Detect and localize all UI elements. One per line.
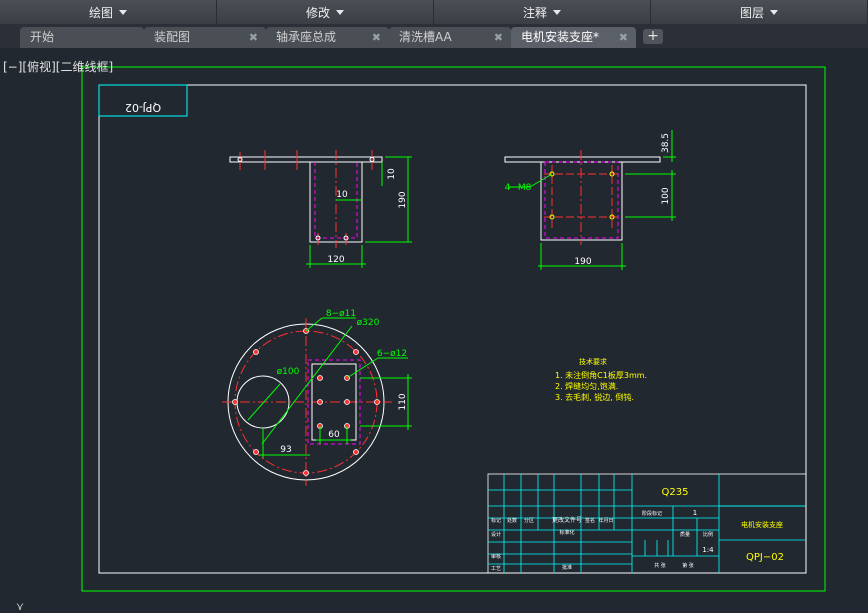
dim-100-side: 100 bbox=[661, 187, 671, 204]
ribbon-group-annotate[interactable]: 注释 bbox=[434, 0, 651, 24]
drawing-canvas[interactable]: QPJ-02 120 190 10 10 4−M8 190 100 38.5 8… bbox=[0, 48, 868, 612]
dim-110: 110 bbox=[398, 393, 408, 410]
close-icon[interactable]: ✖ bbox=[619, 27, 628, 48]
tab-label: 电机安装支座* bbox=[521, 30, 600, 44]
ribbon-group-draw[interactable]: 绘图 bbox=[0, 0, 217, 24]
dim-10-horizontal: 10 bbox=[336, 190, 348, 200]
file-tab-bar: 开始 装配图 ✖ 轴承座总成 ✖ 清洗槽AA ✖ 电机安装支座* ✖ + bbox=[0, 24, 868, 48]
tab-label: 开始 bbox=[30, 30, 55, 44]
ribbon-group-label: 修改 bbox=[305, 5, 330, 20]
ribbon-group-label: 注释 bbox=[522, 5, 547, 20]
label-8-holes: 8−ø11 bbox=[326, 309, 356, 319]
tab-assembly[interactable]: 装配图 ✖ bbox=[144, 27, 266, 48]
label-6-holes: 6−ø12 bbox=[377, 349, 407, 359]
ribbon-group-layers[interactable]: 图层 bbox=[651, 0, 868, 24]
drawing-border bbox=[98, 84, 807, 574]
ribbon-group-label: 图层 bbox=[739, 5, 764, 20]
row-label: 工艺 bbox=[491, 566, 501, 572]
new-tab-plus-icon[interactable]: + bbox=[643, 29, 663, 44]
title-block-text: Q235 电机安装支座 QPJ−02 1:4 1 标记 设计 审核 工艺 处数 … bbox=[491, 487, 784, 572]
close-icon[interactable]: ✖ bbox=[249, 27, 258, 48]
tab-motor-mount[interactable]: 电机安装支座* ✖ bbox=[511, 27, 636, 48]
chevron-down-icon bbox=[119, 9, 127, 15]
label-4-m8: 4−M8 bbox=[505, 183, 532, 193]
row-label: 审核 bbox=[491, 553, 501, 560]
dim-60: 60 bbox=[328, 430, 340, 440]
tab-cleaning-tank[interactable]: 清洗槽AA ✖ bbox=[389, 27, 511, 48]
tab-label: 清洗槽AA bbox=[399, 30, 452, 44]
ribbon-panel-bar: 绘图 修改 注释 图层 bbox=[0, 0, 868, 24]
chevron-down-icon bbox=[553, 9, 561, 15]
front-view: 120 190 10 10 bbox=[229, 150, 412, 268]
misc-cell: 共 张 bbox=[654, 562, 666, 569]
misc-cell: 第 张 bbox=[682, 562, 694, 569]
tab-label: 装配图 bbox=[154, 30, 191, 44]
viewport-controls-label[interactable]: [−][俯视][二维线框] bbox=[3, 58, 113, 75]
misc-cell: 质量 bbox=[680, 531, 690, 538]
misc-cell: 阶段标记 bbox=[642, 510, 662, 517]
tech-title: 技术要求 bbox=[579, 357, 607, 366]
quantity-value: 1 bbox=[693, 509, 697, 517]
ucs-icon: ⋎ bbox=[16, 600, 25, 613]
dim-190: 190 bbox=[398, 191, 408, 208]
dim-93: 93 bbox=[280, 445, 291, 455]
chevron-down-icon bbox=[770, 9, 778, 15]
side-view: 4−M8 190 100 38.5 bbox=[504, 130, 676, 270]
tab-label: 轴承座总成 bbox=[276, 30, 337, 44]
plan-view: 8−ø11 ø320 6−ø12 ø100 110 60 93 bbox=[222, 309, 412, 486]
dim-190-side: 190 bbox=[574, 257, 591, 267]
tab-bearing-seat[interactable]: 轴承座总成 ✖ bbox=[266, 27, 389, 48]
close-icon[interactable]: ✖ bbox=[372, 27, 381, 48]
label-dia-320: ø320 bbox=[357, 318, 380, 328]
misc-cell: 批准 bbox=[562, 564, 572, 571]
close-icon[interactable]: ✖ bbox=[494, 27, 503, 48]
material: Q235 bbox=[662, 487, 689, 498]
misc-cell: 标准化 bbox=[559, 529, 574, 536]
layout-frame bbox=[81, 66, 826, 592]
header-cell: 处数 bbox=[507, 517, 517, 524]
dim-38-5: 38.5 bbox=[661, 133, 671, 153]
tech-line-1: 1. 未注倒角C1板厚3mm. bbox=[555, 370, 647, 380]
header-cell: 更改文件号 bbox=[552, 516, 582, 524]
tech-line-2: 2. 焊缝均匀,饱满. bbox=[555, 381, 618, 391]
technical-requirements: 技术要求 1. 未注倒角C1板厚3mm. 2. 焊缝均匀,饱满. 3. 去毛刺,… bbox=[555, 357, 647, 402]
header-cell: 分区 bbox=[524, 517, 534, 524]
dim-120: 120 bbox=[327, 255, 344, 265]
header-cell: 年月日 bbox=[598, 517, 613, 524]
header-cell: 签名 bbox=[585, 517, 595, 524]
tab-start[interactable]: 开始 bbox=[20, 27, 144, 48]
misc-cell: 比例 bbox=[703, 531, 713, 538]
part-name: 电机安装支座 bbox=[741, 520, 783, 529]
corner-code: QPJ-02 bbox=[125, 101, 161, 114]
label-dia-100: ø100 bbox=[277, 367, 300, 377]
row-label: 标记 bbox=[491, 517, 501, 524]
dim-10-vertical: 10 bbox=[387, 168, 397, 180]
scale-value: 1:4 bbox=[702, 546, 714, 554]
ribbon-group-label: 绘图 bbox=[88, 5, 113, 20]
tech-line-3: 3. 去毛刺, 锐边, 倒钝. bbox=[555, 392, 634, 402]
drawing-number: QPJ−02 bbox=[746, 552, 784, 563]
chevron-down-icon bbox=[336, 9, 344, 15]
row-label: 设计 bbox=[491, 531, 501, 538]
ribbon-group-modify[interactable]: 修改 bbox=[217, 0, 434, 24]
